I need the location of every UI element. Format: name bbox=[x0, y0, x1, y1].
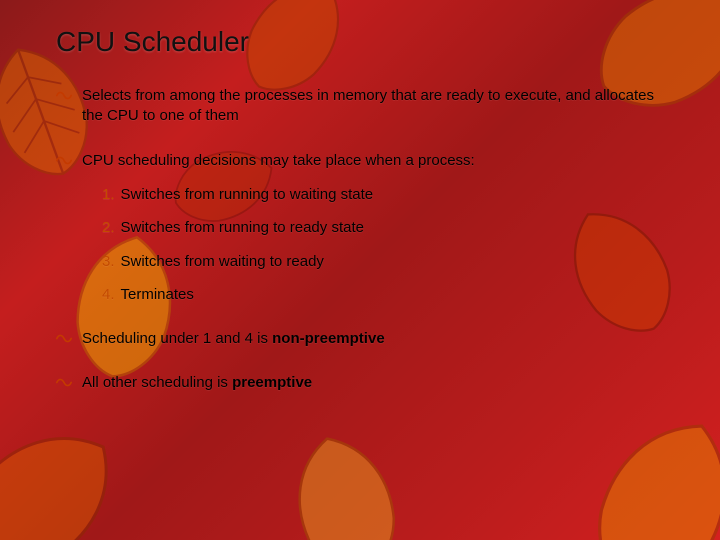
slide-title: CPU Scheduler bbox=[56, 26, 664, 58]
numbered-sublist: 1. Switches from running to waiting state… bbox=[82, 185, 664, 305]
sub-number: 4. bbox=[102, 286, 115, 303]
sub-text: Terminates bbox=[121, 286, 194, 303]
sub-text: Switches from running to ready state bbox=[121, 219, 364, 236]
sub-text: Switches from waiting to ready bbox=[121, 253, 324, 270]
bullet-text-prefix: Scheduling under 1 and 4 is bbox=[82, 330, 272, 347]
bullet-item: CPU scheduling decisions may take place … bbox=[56, 151, 664, 305]
bullet-text-bold: preemptive bbox=[232, 374, 312, 391]
sub-item: 2. Switches from running to ready state bbox=[102, 218, 664, 238]
bullet-list: Selects from among the processes in memo… bbox=[56, 86, 664, 393]
sub-item: 3. Switches from waiting to ready bbox=[102, 252, 664, 272]
bullet-item: Selects from among the processes in memo… bbox=[56, 86, 664, 127]
sub-number: 2. bbox=[102, 219, 115, 236]
slide-content: CPU Scheduler Selects from among the pro… bbox=[0, 0, 720, 437]
bullet-text-prefix: All other scheduling is bbox=[82, 374, 232, 391]
bullet-text: Selects from among the processes in memo… bbox=[82, 87, 654, 124]
sub-item: 1. Switches from running to waiting state bbox=[102, 185, 664, 205]
sub-number: 3. bbox=[102, 253, 115, 270]
sub-number: 1. bbox=[102, 186, 115, 203]
sub-item: 4. Terminates bbox=[102, 285, 664, 305]
sub-text: Switches from running to waiting state bbox=[121, 186, 374, 203]
bullet-text: CPU scheduling decisions may take place … bbox=[82, 152, 475, 169]
bullet-item: Scheduling under 1 and 4 is non-preempti… bbox=[56, 329, 664, 349]
bullet-item: All other scheduling is preemptive bbox=[56, 373, 664, 393]
bullet-text-bold: non-preemptive bbox=[272, 330, 385, 347]
